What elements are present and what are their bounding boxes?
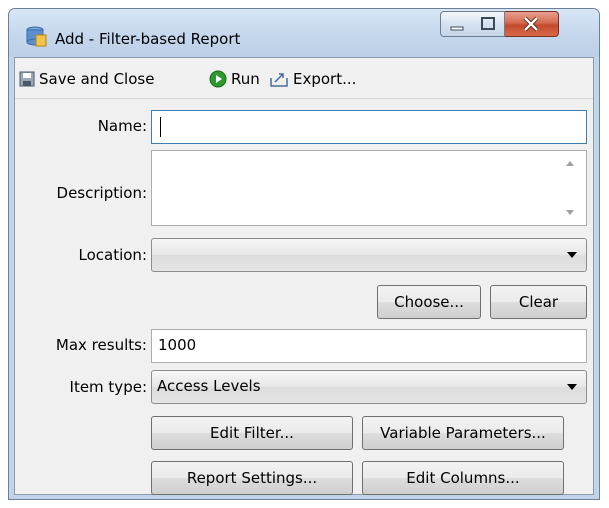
save-and-close-label: Save and Close	[39, 70, 155, 88]
run-label: Run	[231, 70, 260, 88]
close-icon	[523, 16, 539, 32]
max-results-label: Max results:	[55, 336, 147, 354]
scroll-up-arrow-icon[interactable]	[566, 161, 574, 166]
description-label: Description:	[56, 184, 147, 202]
item-type-label: Item type:	[69, 378, 147, 396]
floppy-disk-icon	[19, 71, 35, 87]
text-caret	[160, 117, 161, 137]
window-title: Add - Filter-based Report	[55, 30, 241, 48]
description-input[interactable]	[151, 150, 587, 226]
report-window: Add - Filter-based Report Save and Close	[8, 8, 600, 500]
database-report-icon	[26, 26, 47, 47]
dropdown-arrow-icon	[567, 252, 577, 258]
name-label: Name:	[97, 117, 147, 135]
choose-button[interactable]: Choose...	[377, 285, 481, 319]
dialog-body: Save and Close Run Export... Name: Descr…	[14, 57, 594, 495]
minimize-icon	[450, 26, 464, 31]
export-button[interactable]: Export...	[269, 68, 356, 90]
item-type-dropdown[interactable]: Access Levels	[151, 370, 587, 404]
close-button[interactable]	[505, 11, 559, 37]
maximize-button[interactable]	[473, 11, 505, 37]
edit-columns-button[interactable]: Edit Columns...	[362, 461, 564, 495]
dropdown-arrow-icon	[567, 384, 577, 390]
export-label: Export...	[293, 70, 357, 88]
minimize-button[interactable]	[440, 11, 474, 37]
name-input[interactable]	[151, 110, 587, 144]
scroll-down-arrow-icon[interactable]	[566, 210, 574, 215]
save-and-close-button[interactable]: Save and Close	[19, 68, 154, 90]
max-results-value: 1000	[158, 336, 197, 354]
location-label: Location:	[78, 246, 148, 264]
run-button[interactable]: Run	[209, 68, 260, 90]
max-results-input[interactable]: 1000	[151, 329, 587, 363]
report-settings-button[interactable]: Report Settings...	[151, 461, 353, 495]
variable-parameters-button[interactable]: Variable Parameters...	[362, 416, 564, 450]
clear-button[interactable]: Clear	[490, 285, 587, 319]
maximize-icon	[481, 17, 495, 30]
item-type-value: Access Levels	[157, 377, 261, 395]
toolbar: Save and Close Run Export...	[15, 58, 593, 98]
toolbar-divider	[15, 98, 593, 99]
title-bar[interactable]: Add - Filter-based Report	[9, 9, 599, 57]
run-icon	[209, 70, 227, 88]
export-icon	[270, 73, 288, 87]
location-dropdown[interactable]	[151, 238, 587, 272]
edit-filter-button[interactable]: Edit Filter...	[151, 416, 353, 450]
